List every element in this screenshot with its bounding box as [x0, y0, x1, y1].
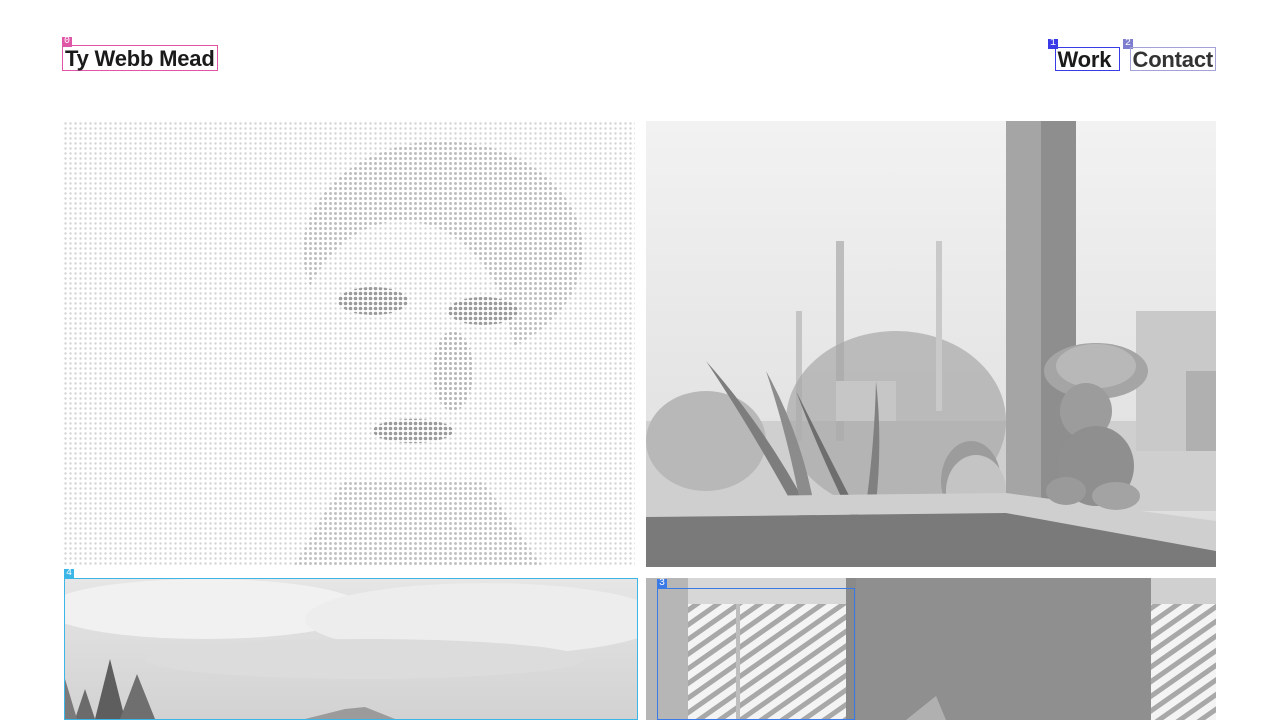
- landscape-image: [65, 579, 637, 719]
- main-nav: Work Contact: [1054, 47, 1216, 72]
- page: 0 Ty Webb Mead 1 2 Work Contact 4 3: [0, 0, 1280, 720]
- nav-work-link[interactable]: Work: [1054, 47, 1120, 72]
- figurine-image: [646, 121, 1216, 567]
- gallery-item-portrait[interactable]: [63, 121, 635, 567]
- portrait-halftone-image: [63, 121, 635, 567]
- gallery-item-landscape[interactable]: [64, 578, 638, 720]
- site-title-link[interactable]: Ty Webb Mead: [62, 45, 218, 71]
- highlighted-region[interactable]: [657, 588, 855, 720]
- gallery-item-figurine[interactable]: [646, 121, 1216, 567]
- nav-contact-link[interactable]: Contact: [1129, 47, 1216, 72]
